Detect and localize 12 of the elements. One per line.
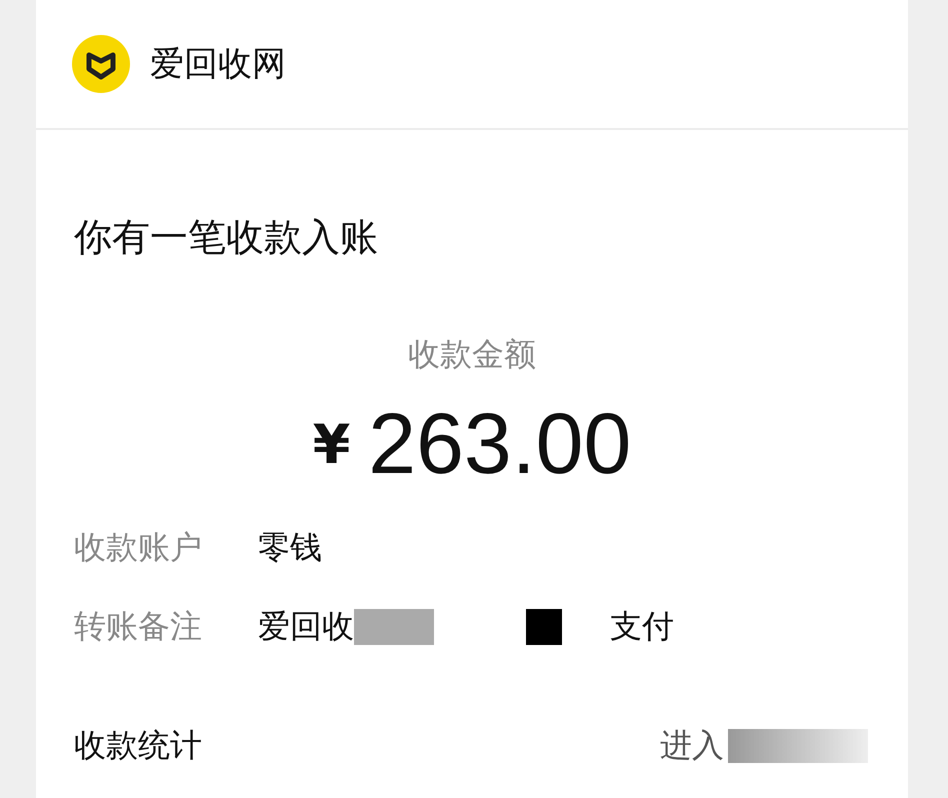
detail-value: 爱回收 xyxy=(258,606,354,646)
redaction-mark xyxy=(526,608,562,644)
currency-symbol: ¥ xyxy=(312,413,350,476)
detail-label: 收款账户 xyxy=(74,526,203,568)
notice-title: 你有一笔收款入账 xyxy=(74,214,379,261)
detail-value: 零钱 xyxy=(258,526,322,568)
stats-label: 收款统计 xyxy=(74,725,202,766)
amount-value: 263.00 xyxy=(368,395,632,494)
amount-label: 收款金额 xyxy=(407,334,537,375)
detail-value: 支付 xyxy=(610,606,674,646)
detail-label: 转账备注 xyxy=(74,606,203,646)
brand-name: 爱回收网 xyxy=(150,43,286,86)
